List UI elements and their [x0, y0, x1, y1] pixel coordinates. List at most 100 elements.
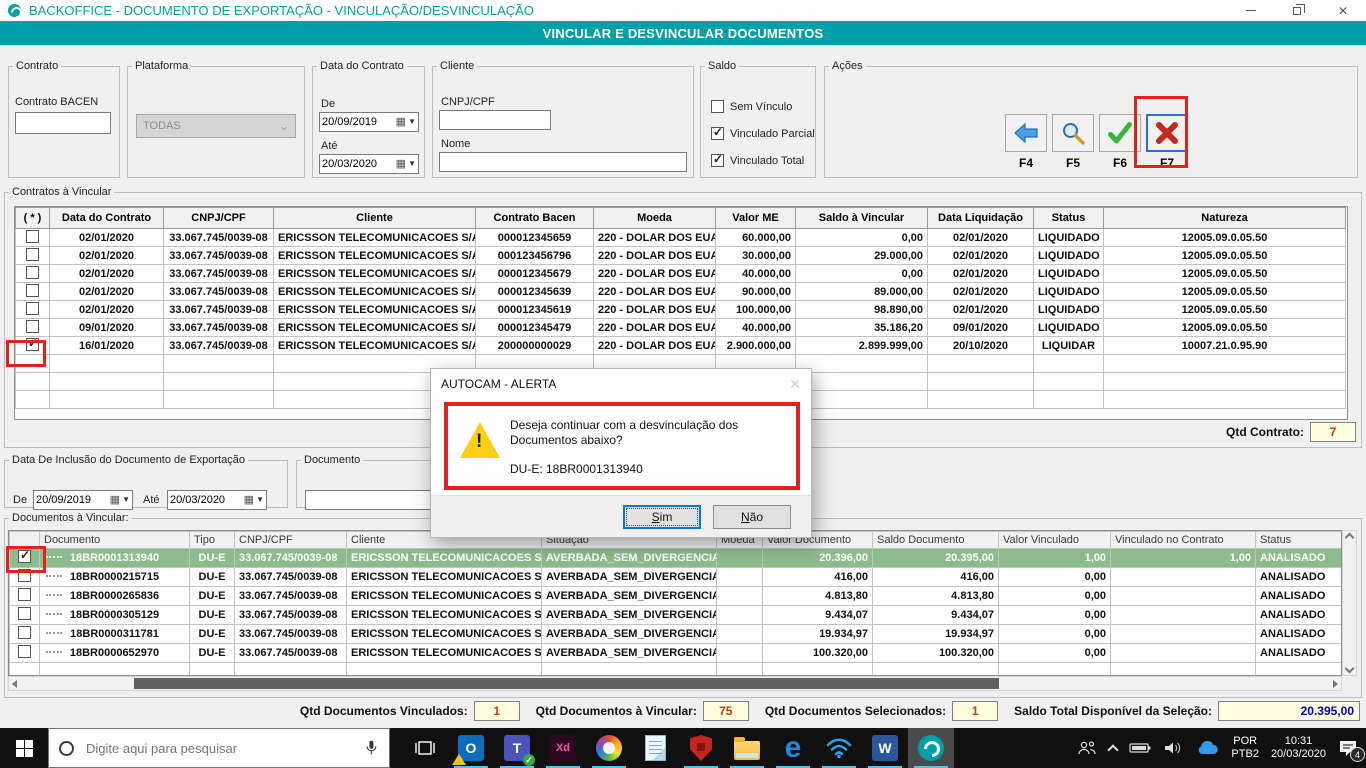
data-contrato-ate-input[interactable]: 20/03/2020 ▦ ▼: [319, 154, 419, 174]
table-row[interactable]: 18BR0000265836 DU-E 33.067.745/0039-08 ERIC…: [9, 586, 1341, 606]
action-button-f7[interactable]: [1146, 114, 1188, 152]
column-header[interactable]: Valor Vinculado: [998, 531, 1111, 549]
inclusao-de-input[interactable]: 20/09/2019 ▦ ▼: [33, 490, 133, 510]
horizontal-scrollbar[interactable]: [8, 676, 1342, 691]
taskbar-backoffice[interactable]: [908, 728, 954, 768]
row-checkbox[interactable]: [18, 645, 31, 658]
language-indicator[interactable]: POR PTB2: [1231, 735, 1259, 761]
checkbox[interactable]: [711, 125, 724, 140]
column-header[interactable]: Data Liquidação: [927, 207, 1034, 229]
row-checkbox[interactable]: [26, 229, 39, 243]
taskbar-teams[interactable]: T ✓: [494, 728, 540, 768]
row-expander-icon[interactable]: [46, 594, 62, 596]
row-checkbox[interactable]: [26, 319, 39, 333]
column-header[interactable]: CNPJ/CPF: [163, 207, 274, 229]
dialog-close-icon[interactable]: ✕: [789, 376, 801, 393]
row-checkbox[interactable]: [18, 626, 31, 639]
column-header[interactable]: ( * ): [15, 207, 50, 229]
taskbar-word[interactable]: W: [862, 728, 908, 768]
close-button[interactable]: ✕: [1320, 0, 1366, 21]
column-header[interactable]: Status: [1033, 207, 1104, 229]
row-expander-icon[interactable]: [46, 575, 62, 577]
saldo-option[interactable]: Vinculado Parcial: [711, 125, 815, 140]
no-button[interactable]: Não: [713, 504, 791, 529]
search-input[interactable]: [84, 739, 353, 757]
scroll-left-icon[interactable]: [12, 680, 17, 688]
row-checkbox[interactable]: [26, 301, 39, 315]
column-header[interactable]: Natureza: [1103, 207, 1346, 229]
taskbar-file-explorer[interactable]: [724, 728, 770, 768]
column-header[interactable]: Cliente: [273, 207, 476, 229]
taskbar-paint[interactable]: [586, 728, 632, 768]
inclusao-ate-input[interactable]: 20/03/2020 ▦ ▼: [167, 490, 267, 510]
table-row[interactable]: 18BR0001313940DU-E33.067.745/0039-08ERIC…: [9, 548, 1341, 568]
column-header[interactable]: CNPJ/CPF: [234, 531, 347, 549]
table-row[interactable]: 18BR0000305129 DU-E 33.067.745/0039-08 ERIC…: [9, 605, 1341, 625]
saldo-option[interactable]: Sem Vínculo: [711, 100, 792, 113]
restore-button[interactable]: [1274, 0, 1320, 21]
vertical-scrollbar[interactable]: [1342, 530, 1357, 676]
row-checkbox[interactable]: [26, 247, 39, 261]
saldo-option[interactable]: Vinculado Total: [711, 152, 804, 167]
battery-icon[interactable]: [1129, 742, 1151, 754]
row-expander-icon[interactable]: [46, 651, 62, 653]
taskbar-security[interactable]: [678, 728, 724, 768]
scrollbar-thumb[interactable]: [134, 678, 999, 689]
taskbar-notepad[interactable]: [632, 728, 678, 768]
table-row[interactable]: 02/01/2020 33.067.745/0039-08 ERICSSON TEL…: [15, 246, 1346, 265]
cnpj-input[interactable]: [439, 110, 551, 130]
column-header[interactable]: Data do Contrato: [49, 207, 164, 229]
start-button[interactable]: [0, 728, 48, 768]
column-header[interactable]: Contrato Bacen: [475, 207, 594, 229]
checkbox[interactable]: [711, 152, 724, 167]
column-header[interactable]: Documento: [39, 531, 190, 549]
row-checkbox[interactable]: [26, 337, 39, 351]
column-header[interactable]: Tipo: [189, 531, 235, 549]
yes-button[interactable]: Sim: [623, 504, 701, 529]
row-expander-icon[interactable]: [46, 632, 62, 634]
action-center-button[interactable]: 4: [1338, 739, 1365, 762]
taskbar-edge[interactable]: e: [770, 728, 816, 768]
taskbar-search[interactable]: [48, 728, 390, 768]
column-header[interactable]: [9, 531, 40, 549]
column-header[interactable]: Status: [1255, 531, 1341, 549]
taskbar-wifi-app[interactable]: [816, 728, 862, 768]
plataforma-select[interactable]: TODAS ⌄: [136, 114, 296, 138]
row-checkbox[interactable]: [26, 265, 39, 279]
table-row[interactable]: 02/01/2020 33.067.745/0039-08 ERICSSON TEL…: [15, 300, 1346, 319]
clock[interactable]: 10:31 20/03/2020: [1271, 735, 1326, 761]
action-button-f5[interactable]: [1052, 114, 1094, 152]
onedrive-icon[interactable]: [1195, 740, 1219, 756]
table-row[interactable]: 18BR0000311781 DU-E 33.067.745/0039-08 ERIC…: [9, 624, 1341, 644]
checkbox[interactable]: [711, 100, 724, 113]
table-row[interactable]: 16/01/202033.067.745/0039-08ERICSSON TEL…: [15, 336, 1346, 355]
table-row[interactable]: 18BR0000215715 DU-E 33.067.745/0039-08 ERIC…: [9, 567, 1341, 587]
row-expander-icon[interactable]: [46, 556, 62, 558]
scroll-down-icon[interactable]: [1344, 663, 1355, 674]
contrato-bacen-input[interactable]: [15, 112, 111, 134]
column-header[interactable]: Saldo Documento: [872, 531, 999, 549]
action-button-f4[interactable]: [1005, 114, 1047, 152]
table-row[interactable]: 02/01/2020 33.067.745/0039-08 ERICSSON TEL…: [15, 228, 1346, 247]
row-expander-icon[interactable]: [46, 613, 62, 615]
column-header[interactable]: Saldo à Vincular: [795, 207, 928, 229]
column-header[interactable]: Valor ME: [715, 207, 796, 229]
column-header[interactable]: Vinculado no Contrato: [1110, 531, 1256, 549]
action-button-f6[interactable]: [1099, 114, 1141, 152]
minimize-button[interactable]: [1228, 0, 1274, 21]
taskbar-task-view[interactable]: [402, 728, 448, 768]
taskbar-outlook[interactable]: O: [448, 728, 494, 768]
nome-input[interactable]: [439, 152, 687, 172]
table-row[interactable]: 02/01/2020 33.067.745/0039-08 ERICSSON TEL…: [15, 282, 1346, 301]
table-row[interactable]: 09/01/2020 33.067.745/0039-08 ERICSSON TEL…: [15, 318, 1346, 337]
data-contrato-de-input[interactable]: 20/09/2019 ▦ ▼: [319, 112, 419, 132]
row-checkbox[interactable]: [18, 550, 31, 563]
taskbar-adobe-xd[interactable]: Xd: [540, 728, 586, 768]
documento-input[interactable]: [305, 490, 431, 510]
row-checkbox[interactable]: [18, 607, 31, 620]
volume-icon[interactable]: [1163, 741, 1183, 755]
row-checkbox[interactable]: [26, 283, 39, 297]
column-header[interactable]: Moeda: [593, 207, 716, 229]
scroll-up-icon[interactable]: [1344, 532, 1355, 543]
tray-expand-icon[interactable]: [1107, 744, 1120, 756]
